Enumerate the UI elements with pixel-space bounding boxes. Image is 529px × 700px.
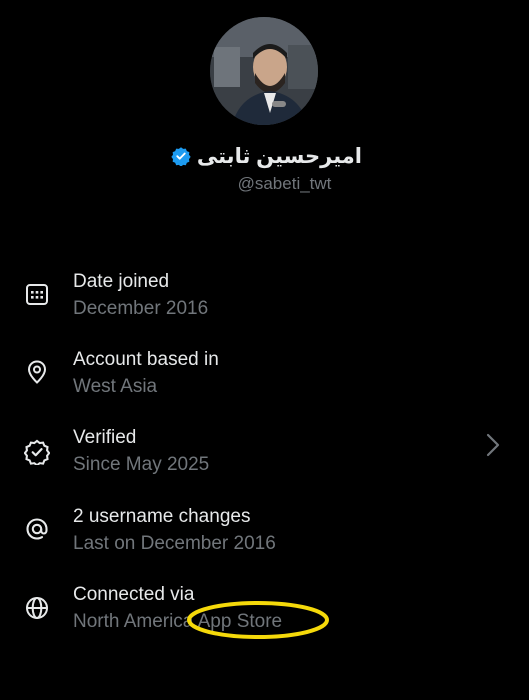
- row-title: Connected via: [73, 584, 195, 605]
- row-title: Date joined: [73, 271, 170, 292]
- verified-badge-icon: [171, 146, 191, 167]
- profile-avatar[interactable]: [210, 17, 318, 125]
- row-subtitle: Last on December 2016: [73, 533, 276, 554]
- calendar-icon: [24, 281, 50, 307]
- avatar-photo: [210, 17, 318, 125]
- row-subtitle: Since May 2025: [73, 454, 210, 475]
- display-name: امیرحسین ثابتی: [196, 145, 362, 168]
- row-title: Account based in: [73, 349, 219, 370]
- row-title: Verified: [73, 427, 137, 448]
- location-pin-icon: [24, 359, 50, 385]
- about-row-username-changes: 2 username changes Last on December 2016: [0, 505, 529, 575]
- at-sign-icon: [24, 516, 50, 542]
- about-row-account-based-in: Account based in West Asia: [0, 348, 529, 418]
- about-row-verified[interactable]: Verified Since May 2025: [0, 426, 529, 496]
- row-title: 2 username changes: [73, 506, 251, 527]
- row-subtitle: North America App Store: [73, 611, 283, 632]
- row-subtitle: December 2016: [73, 298, 209, 319]
- username-handle: @sabeti_twt: [237, 174, 332, 193]
- about-row-date-joined: Date joined December 2016: [0, 270, 529, 340]
- verified-badge-icon: [23, 439, 51, 467]
- chevron-right-icon[interactable]: [485, 432, 501, 458]
- row-subtitle: West Asia: [73, 376, 158, 397]
- globe-icon: [24, 595, 50, 621]
- display-name-row: امیرحسین ثابتی: [0, 144, 529, 170]
- about-row-connected-via: Connected via North America App Store: [0, 583, 529, 653]
